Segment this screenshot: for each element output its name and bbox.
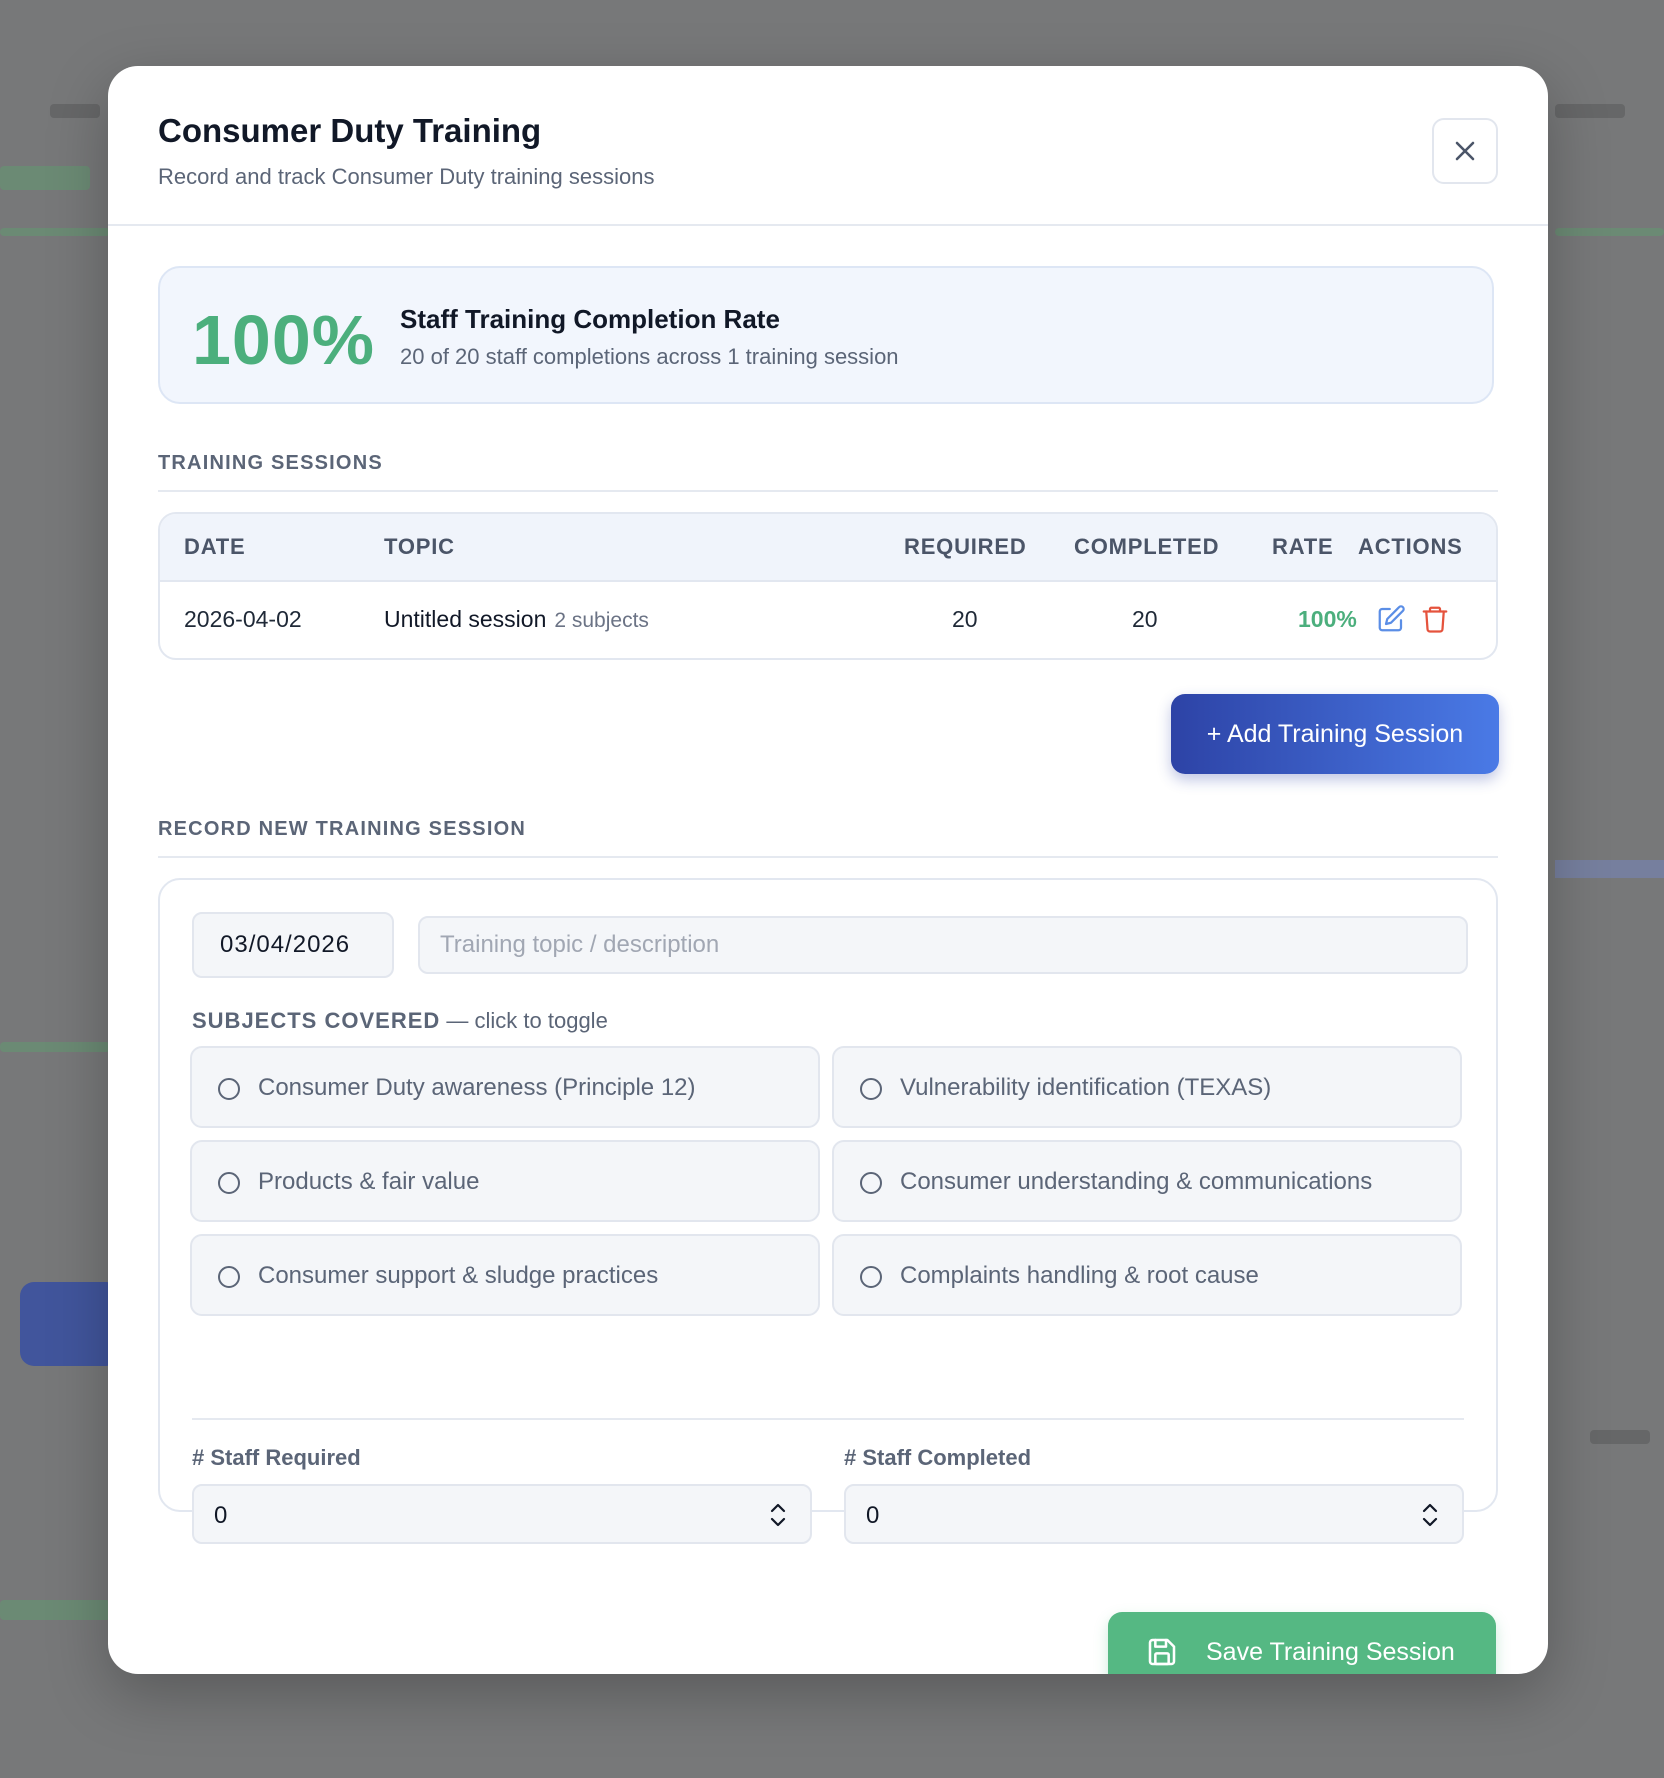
- column-header-rate: RATE: [1272, 534, 1334, 559]
- subject-toggle[interactable]: Consumer support & sludge practices: [190, 1234, 820, 1316]
- modal-subtitle: Record and track Consumer Duty training …: [158, 164, 655, 189]
- subject-label: Products & fair value: [258, 1168, 480, 1195]
- column-header-actions: ACTIONS: [1358, 534, 1463, 559]
- background-bar: [1555, 860, 1664, 878]
- column-header-topic: TOPIC: [384, 534, 455, 559]
- staff-completed-input[interactable]: 0: [844, 1484, 1464, 1544]
- background-text: [1590, 1430, 1650, 1444]
- modal-title: Consumer Duty Training: [158, 112, 542, 149]
- subject-label: Vulnerability identification (TEXAS): [900, 1074, 1272, 1101]
- background-text: [50, 104, 100, 118]
- spinner-icon[interactable]: [766, 1500, 790, 1530]
- session-topic-input[interactable]: [418, 916, 1468, 974]
- record-session-heading: RECORD NEW TRAINING SESSION: [158, 818, 526, 840]
- column-header-completed: COMPLETED: [1074, 534, 1220, 559]
- subject-label: Complaints handling & root cause: [900, 1262, 1259, 1289]
- subjects-covered-hint: — click to toggle: [446, 1008, 608, 1033]
- column-header-required: REQUIRED: [904, 534, 1027, 559]
- spinner-icon[interactable]: [1418, 1500, 1442, 1530]
- staff-required-value: 0: [214, 1502, 228, 1529]
- sessions-table: DATE TOPIC REQUIRED COMPLETED RATE ACTIO…: [158, 512, 1498, 660]
- table-row: 2026-04-02 Untitled session 2 subjects 20…: [160, 582, 1496, 658]
- radio-icon: [218, 1266, 240, 1288]
- section-divider: [158, 490, 1498, 492]
- form-divider: [192, 1418, 1464, 1420]
- save-button-label: Save Training Session: [1206, 1638, 1455, 1666]
- background-bar: [1555, 228, 1664, 236]
- completion-rate-title: Staff Training Completion Rate: [400, 304, 780, 334]
- delete-session-button[interactable]: [1420, 604, 1450, 634]
- session-subject-count: 2 subjects: [554, 609, 649, 632]
- column-header-date: DATE: [184, 534, 246, 559]
- modal-header: Consumer Duty Training Record and track …: [108, 66, 1548, 226]
- add-training-session-button[interactable]: + Add Training Session: [1171, 694, 1499, 774]
- radio-icon: [218, 1172, 240, 1194]
- subjects-covered-title: SUBJECTS COVERED: [192, 1008, 441, 1033]
- radio-icon: [860, 1078, 882, 1100]
- subject-label: Consumer support & sludge practices: [258, 1262, 659, 1289]
- close-icon: [1455, 141, 1475, 161]
- session-date: 2026-04-02: [184, 606, 302, 632]
- subjects-covered-label: SUBJECTS COVERED — click to toggle: [192, 1008, 608, 1034]
- session-completed: 20: [1132, 606, 1158, 632]
- session-date-value: 03/04/2026: [220, 931, 351, 958]
- training-modal: Consumer Duty Training Record and track …: [108, 66, 1548, 1674]
- subject-toggle[interactable]: Complaints handling & root cause: [832, 1234, 1462, 1316]
- edit-session-button[interactable]: [1376, 604, 1406, 634]
- training-sessions-heading: TRAINING SESSIONS: [158, 452, 383, 474]
- table-header: DATE TOPIC REQUIRED COMPLETED RATE ACTIO…: [160, 514, 1496, 582]
- session-topic-cell: Untitled session 2 subjects: [384, 606, 649, 633]
- subject-label: Consumer understanding & communications: [900, 1168, 1373, 1195]
- radio-icon: [860, 1172, 882, 1194]
- close-button[interactable]: [1432, 118, 1498, 184]
- subject-toggle[interactable]: Products & fair value: [190, 1140, 820, 1222]
- background-bar: [0, 166, 90, 190]
- edit-icon: [1378, 605, 1405, 632]
- staff-completed-value: 0: [866, 1502, 880, 1529]
- subject-toggle[interactable]: Consumer understanding & communications: [832, 1140, 1462, 1222]
- background-bar: [0, 228, 110, 236]
- subject-toggle[interactable]: Vulnerability identification (TEXAS): [832, 1046, 1462, 1128]
- save-icon: [1148, 1638, 1176, 1666]
- session-rate: 100%: [1298, 606, 1357, 632]
- save-training-session-button[interactable]: Save Training Session: [1108, 1612, 1496, 1674]
- session-date-input[interactable]: 03/04/2026: [192, 912, 394, 978]
- completion-rate-description: 20 of 20 staff completions across 1 trai…: [400, 344, 899, 369]
- staff-required-label: # Staff Required: [192, 1445, 361, 1470]
- staff-required-input[interactable]: 0: [192, 1484, 812, 1544]
- background-text: [1555, 104, 1625, 118]
- background-bar: [0, 1042, 110, 1052]
- background-bar: [0, 1600, 110, 1620]
- new-session-form: 03/04/2026 SUBJECTS COVERED — click to t…: [158, 878, 1498, 1544]
- session-topic: Untitled session: [384, 606, 547, 632]
- subject-label: Consumer Duty awareness (Principle 12): [258, 1074, 696, 1101]
- radio-icon: [218, 1078, 240, 1100]
- staff-completed-label: # Staff Completed: [844, 1445, 1032, 1470]
- background-button: [20, 1282, 120, 1366]
- radio-icon: [860, 1266, 882, 1288]
- trash-icon: [1422, 606, 1448, 633]
- session-required: 20: [952, 606, 978, 632]
- completion-summary-card: 100% Staff Training Completion Rate 20 o…: [158, 266, 1494, 404]
- subject-toggle[interactable]: Consumer Duty awareness (Principle 12): [190, 1046, 820, 1128]
- section-divider: [158, 856, 1498, 858]
- completion-rate-value: 100%: [192, 301, 376, 379]
